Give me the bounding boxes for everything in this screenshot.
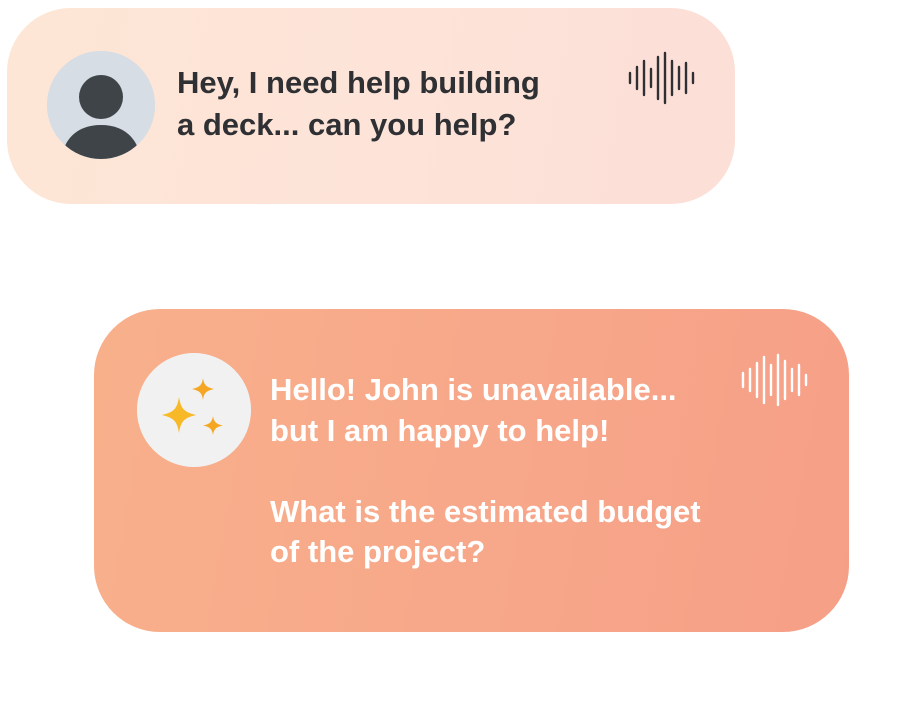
user-message-text: Hey, I need help building a deck... can … (177, 62, 597, 146)
sparkles-icon (137, 353, 251, 467)
assistant-message-bubble: Hello! John is unavailable... but I am h… (94, 309, 849, 632)
assistant-message-line: but I am happy to help! (270, 412, 610, 448)
audio-waveform-icon[interactable] (627, 51, 695, 110)
assistant-message-line: Hello! John is unavailable... (270, 372, 677, 407)
assistant-message-text: Hello! John is unavailable... but I am h… (270, 370, 770, 573)
assistant-avatar (137, 353, 251, 467)
user-message-bubble: Hey, I need help building a deck... can … (7, 8, 735, 204)
user-silhouette-icon (47, 51, 155, 159)
user-avatar (47, 51, 155, 159)
assistant-message-line: of the project? (270, 534, 486, 569)
user-message-line: Hey, I need help building (177, 65, 540, 100)
user-message-line: a deck... can you help? (177, 107, 517, 142)
assistant-message-line: What is the estimated budget (270, 493, 701, 529)
audio-waveform-icon[interactable] (740, 353, 808, 412)
chat-canvas: Hey, I need help building a deck... can … (0, 0, 907, 709)
